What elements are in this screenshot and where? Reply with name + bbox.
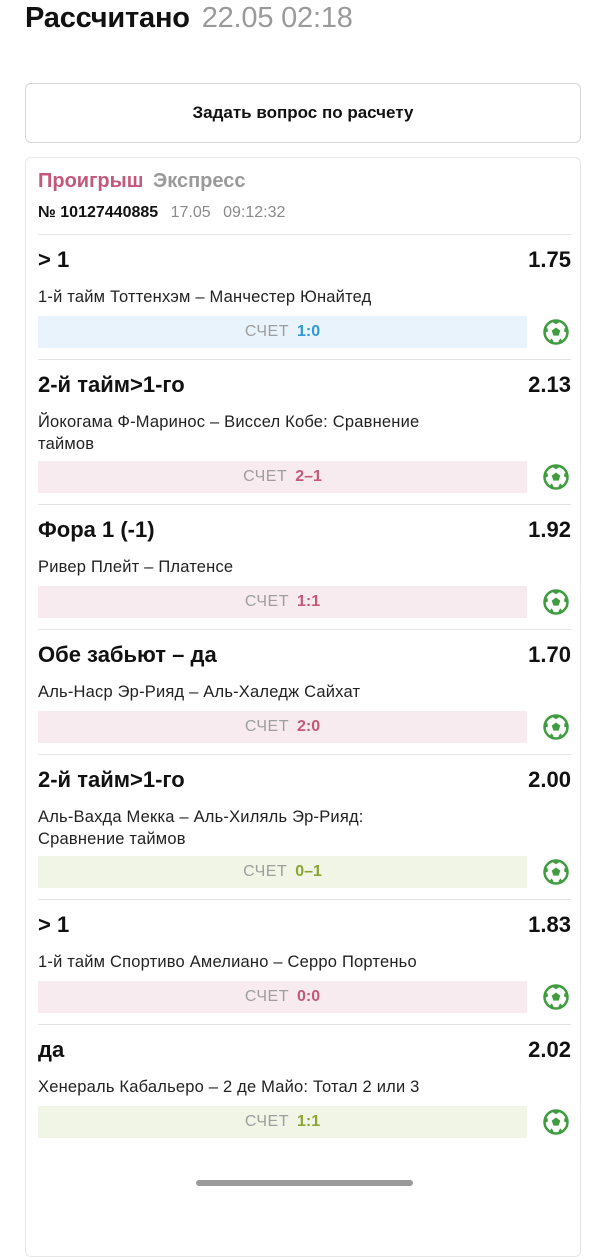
bet-market: да: [38, 1037, 65, 1062]
bet-market: > 1: [38, 912, 70, 937]
bet-type: Экспресс: [152, 170, 246, 192]
title: Рассчитано: [25, 2, 190, 34]
page-title: Рассчитано 22.05 02:18: [25, 2, 353, 35]
soccer-ball-icon: [543, 984, 569, 1010]
bet-odds: 2.00: [528, 767, 571, 792]
score-bar: СЧЕТ 2–1: [38, 461, 527, 493]
status-badge: Проигрыш: [38, 170, 144, 192]
ticket-info: № 10127440885 17.05 09:12:32: [38, 204, 285, 222]
bet-odds: 2.02: [528, 1037, 571, 1062]
bet-event: 1-й тайм Спортиво Амелиано – Серро Порте…: [38, 953, 417, 971]
score-value: 0:0: [297, 988, 321, 1005]
bet-odds: 1.83: [528, 912, 571, 937]
soccer-ball-icon: [543, 464, 569, 490]
bet-item[interactable]: > 1 1.75 1-й тайм Тоттенхэм – Манчестер Юн…: [38, 234, 571, 359]
ticket-date: 17.05: [170, 204, 211, 221]
soccer-ball-icon: [543, 859, 569, 885]
bet-item[interactable]: Фора 1 (-1) 1.92 Ривер Плейт – Платенсе СЧЕ…: [38, 504, 571, 629]
bet-event: Ривер Плейт – Платенсе: [38, 558, 234, 576]
ticket-time: 09:12:32: [223, 204, 286, 221]
score-bar: СЧЕТ 1:1: [38, 586, 527, 618]
score-bar: СЧЕТ 0–1: [38, 856, 527, 888]
bet-item[interactable]: Обе забьют – да 1.70 Аль-Наср Эр-Рияд – Ал…: [38, 629, 571, 754]
bet-item[interactable]: 2-й тайм>1-го 2.13 Йокогама Ф-Маринос – Ви…: [38, 359, 571, 504]
bet-event: Аль-Вахда Мекка – Аль-Хиляль Эр-Рияд: Ср…: [38, 808, 364, 848]
score-bar: СЧЕТ 2:0: [38, 711, 527, 743]
score-label: СЧЕТ: [244, 988, 289, 1005]
soccer-ball-icon: [543, 319, 569, 345]
score-value: 0–1: [295, 863, 322, 880]
score-value: 2:0: [297, 718, 321, 735]
soccer-ball-icon: [543, 1109, 569, 1135]
bet-item[interactable]: да 2.02 Хенераль Кабальеро – 2 де Майо: То…: [38, 1024, 571, 1149]
bet-odds: 1.92: [528, 517, 571, 542]
bet-event: Хенераль Кабальеро – 2 де Майо: Тотал 2 …: [38, 1078, 420, 1096]
ticket-number: № 10127440885: [38, 204, 159, 221]
bet-odds: 1.75: [528, 247, 571, 272]
bet-odds: 2.13: [528, 372, 571, 397]
score-label: СЧЕТ: [244, 593, 289, 610]
bet-odds: 1.70: [528, 642, 571, 667]
bet-list: > 1 1.75 1-й тайм Тоттенхэм – Манчестер Юн…: [38, 234, 571, 1149]
bet-market: Обе забьют – да: [38, 642, 217, 667]
score-label: СЧЕТ: [244, 718, 289, 735]
score-bar: СЧЕТ 1:0: [38, 316, 527, 348]
bet-card: Проигрыш Экспресс № 10127440885 17.05 09…: [25, 157, 581, 1257]
bet-event: Аль-Наср Эр-Рияд – Аль-Халедж Сайхат: [38, 683, 361, 701]
bet-event: 1-й тайм Тоттенхэм – Манчестер Юнайтед: [38, 288, 372, 306]
score-label: СЧЕТ: [244, 323, 289, 340]
score-value: 2–1: [295, 468, 322, 485]
score-value: 1:1: [297, 1113, 321, 1130]
bet-market: 2-й тайм>1-го: [38, 372, 185, 397]
bet-item[interactable]: 2-й тайм>1-го 2.00 Аль-Вахда Мекка – Аль-Х…: [38, 754, 571, 899]
bet-status: Проигрыш Экспресс: [38, 170, 245, 193]
settled-datetime: 22.05 02:18: [201, 2, 353, 34]
score-bar: СЧЕТ 0:0: [38, 981, 527, 1013]
bet-market: Фора 1 (-1): [38, 517, 155, 542]
bet-event: Йокогама Ф-Маринос – Виссел Кобе: Сравне…: [38, 413, 420, 453]
soccer-ball-icon: [543, 589, 569, 615]
ask-question-button[interactable]: Задать вопрос по расчету: [25, 83, 581, 143]
score-value: 1:0: [297, 323, 321, 340]
bet-market: 2-й тайм>1-го: [38, 767, 185, 792]
score-label: СЧЕТ: [243, 468, 288, 485]
score-label: СЧЕТ: [243, 863, 288, 880]
bet-market: > 1: [38, 247, 70, 272]
score-label: СЧЕТ: [244, 1113, 289, 1130]
score-value: 1:1: [297, 593, 321, 610]
bet-item[interactable]: > 1 1.83 1-й тайм Спортиво Амелиано – Серр…: [38, 899, 571, 1024]
soccer-ball-icon: [543, 714, 569, 740]
score-bar: СЧЕТ 1:1: [38, 1106, 527, 1138]
home-indicator: [196, 1180, 413, 1186]
